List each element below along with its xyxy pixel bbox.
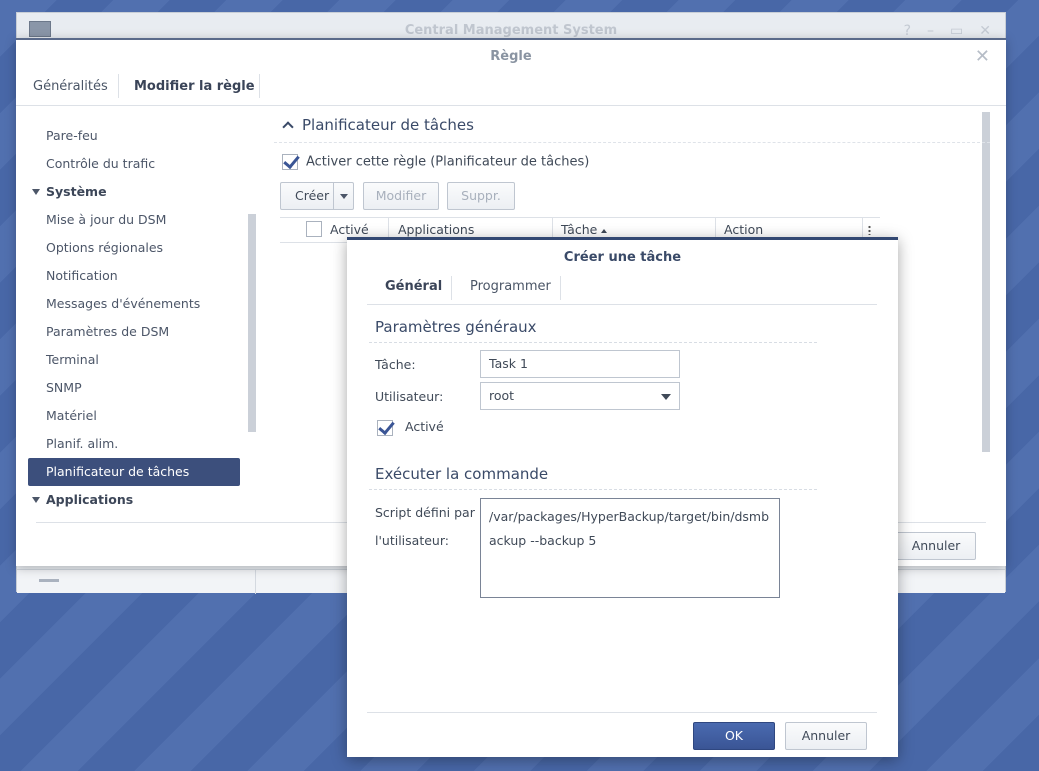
- create-button[interactable]: Créer: [280, 182, 354, 210]
- sidebar-item-mise-a-jour[interactable]: Mise à jour du DSM: [28, 206, 240, 234]
- rule-tabs: Généralités Modifier la règle: [16, 74, 1006, 106]
- rule-dialog-title: Règle: [490, 49, 532, 64]
- tab-programmer[interactable]: Programmer: [470, 272, 551, 304]
- sidebar-group-applications[interactable]: Applications: [28, 486, 240, 514]
- window-controls: ? – ▭ ✕: [904, 23, 991, 39]
- sidebar-item-snmp[interactable]: SNMP: [28, 374, 240, 402]
- minimize-icon[interactable]: –: [927, 23, 934, 39]
- select-all-checkbox[interactable]: [306, 221, 322, 237]
- sidebar-item-options-regionales[interactable]: Options régionales: [28, 234, 240, 262]
- chevron-down-icon: [661, 394, 671, 400]
- create-dropdown-caret[interactable]: [333, 183, 353, 209]
- tab-divider: [118, 74, 119, 98]
- sidebar-item-materiel[interactable]: Matériel: [28, 402, 240, 430]
- tab-divider: [560, 276, 561, 300]
- tab-general[interactable]: Général: [385, 272, 442, 304]
- sidebar-item-planif-alim[interactable]: Planif. alim.: [28, 430, 240, 458]
- cancel-button[interactable]: Annuler: [785, 722, 867, 750]
- sidebar-scrollbar[interactable]: [248, 214, 256, 432]
- section-divider: [274, 142, 990, 143]
- tab-divider: [259, 74, 260, 98]
- tab-generalites[interactable]: Généralités: [33, 74, 108, 106]
- sidebar-item-messages[interactable]: Messages d'événements: [28, 290, 240, 318]
- content-scrollbar[interactable]: [982, 112, 990, 452]
- section-divider: [369, 342, 817, 343]
- general-section-title: Paramètres généraux: [375, 318, 537, 336]
- chevron-up-icon: [282, 121, 294, 133]
- task-name-label: Tâche:: [375, 357, 416, 372]
- script-label-line1: Script défini par: [375, 505, 475, 520]
- user-label: Utilisateur:: [375, 389, 444, 404]
- sidebar-item-planificateur[interactable]: Planificateur de tâches: [28, 458, 240, 486]
- user-select[interactable]: root: [480, 382, 680, 410]
- section-header[interactable]: Planificateur de tâches: [280, 116, 474, 134]
- command-section-title: Exécuter la commande: [375, 465, 549, 483]
- sidebar-item-terminal[interactable]: Terminal: [28, 346, 240, 374]
- sort-ascending-icon: [601, 228, 608, 233]
- caret-down-icon: [32, 189, 40, 195]
- footer-divider: [367, 712, 877, 713]
- cms-title: Central Management System: [404, 23, 618, 38]
- delete-button[interactable]: Suppr.: [447, 182, 515, 210]
- sidebar: Pare-feu Contrôle du trafic Système Mise…: [28, 120, 254, 520]
- enabled-checkbox[interactable]: [377, 419, 393, 436]
- task-tabs: Général Programmer: [367, 272, 877, 305]
- ok-button[interactable]: OK: [693, 722, 775, 750]
- divider: [255, 570, 256, 594]
- enable-rule-label: Activer cette règle (Planificateur de tâ…: [306, 154, 590, 170]
- maximize-icon[interactable]: ▭: [950, 23, 963, 39]
- close-icon[interactable]: ✕: [979, 23, 991, 39]
- section-divider: [369, 489, 817, 490]
- create-task-dialog: Créer une tâche Général Programmer Param…: [347, 237, 898, 757]
- sidebar-item-notification[interactable]: Notification: [28, 262, 240, 290]
- rule-cancel-button[interactable]: Annuler: [896, 532, 976, 560]
- menu-icon[interactable]: [39, 579, 59, 582]
- task-name-input[interactable]: Task 1: [480, 350, 680, 378]
- sidebar-item-pare-feu[interactable]: Pare-feu: [28, 122, 240, 150]
- tab-modifier-la-regle[interactable]: Modifier la règle: [134, 74, 255, 106]
- sidebar-item-controle-du-trafic[interactable]: Contrôle du trafic: [28, 150, 240, 178]
- script-label-line2: l'utilisateur:: [375, 533, 449, 548]
- sidebar-group-systeme[interactable]: Système: [28, 178, 240, 206]
- help-icon[interactable]: ?: [904, 23, 911, 39]
- tab-divider: [451, 276, 452, 300]
- script-textarea[interactable]: /var/packages/HyperBackup/target/bin/dsm…: [480, 498, 780, 598]
- modify-button[interactable]: Modifier: [363, 182, 439, 210]
- enabled-label: Activé: [404, 419, 444, 434]
- column-menu-icon[interactable]: [868, 225, 871, 235]
- create-task-title: Créer une tâche: [563, 250, 682, 265]
- close-icon[interactable]: ✕: [975, 46, 990, 67]
- caret-down-icon: [32, 497, 40, 503]
- sidebar-item-parametres-dsm[interactable]: Paramètres de DSM: [28, 318, 240, 346]
- enable-rule-row: Activer cette règle (Planificateur de tâ…: [282, 154, 589, 170]
- enable-rule-checkbox[interactable]: [282, 154, 298, 170]
- enabled-row: Activé: [377, 419, 444, 436]
